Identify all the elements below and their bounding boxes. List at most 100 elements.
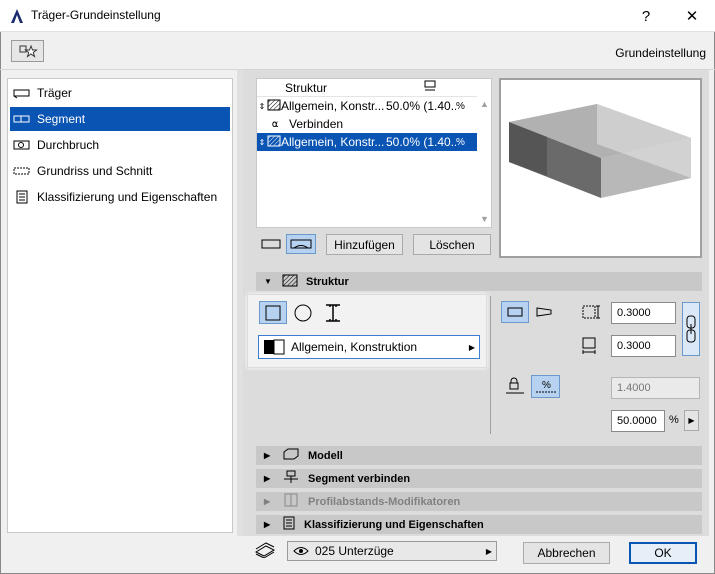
floorplan-icon [13, 164, 31, 178]
profile-modifier-icon [282, 493, 300, 510]
expand-triangle-icon: ▶ [264, 497, 271, 506]
length-icon [423, 79, 437, 96]
segment-row-selected[interactable]: ⇕ Allgemein, Konstr... 50.0% (1.40... % [257, 133, 477, 151]
ok-button[interactable]: OK [629, 542, 697, 564]
i-beam-icon [326, 303, 340, 322]
sidebar-item-label: Segment [37, 112, 86, 126]
straight-segment-button[interactable] [260, 234, 282, 254]
segment-value: 50.0% (1.40... [386, 99, 456, 113]
beam-preview-image [509, 104, 691, 198]
sidebar-item-label: Träger [37, 86, 72, 100]
curved-segment-icon [290, 239, 312, 249]
joint-icon: ⍺ [271, 118, 279, 130]
taper-icon [536, 307, 552, 317]
percent-mode-button[interactable]: % [531, 375, 560, 398]
window-title: Träger-Grundeinstellung [31, 8, 161, 22]
beam-icon [13, 86, 31, 100]
tapered-segment-button[interactable] [286, 234, 316, 254]
scroll-down-icon[interactable]: ▼ [480, 214, 489, 224]
percent-menu-button[interactable]: ▶ [684, 410, 699, 431]
model-icon [282, 448, 300, 463]
joint-section-icon [282, 470, 300, 487]
rectangle-icon [261, 239, 281, 249]
drag-handle-icon[interactable]: ⇕ [257, 102, 267, 111]
section-title: Struktur [306, 275, 349, 288]
close-button[interactable]: ✕ [669, 0, 715, 32]
svg-text:%: % [542, 380, 551, 391]
width-icon [580, 304, 602, 323]
expand-triangle-icon: ▶ [264, 451, 271, 460]
dropdown-arrow-icon: ▶ [485, 546, 492, 556]
eye-icon [293, 547, 309, 555]
column-header-struktur: Struktur [285, 80, 328, 95]
section-title: Klassifizierung und Eigenschaften [304, 518, 484, 531]
material-dropdown[interactable]: Allgemein, Konstruktion ▶ [258, 335, 480, 359]
segment-name: Allgemein, Konstr... [281, 135, 385, 149]
sidebar: Träger Segment Durchbruch Grundriss und … [7, 78, 233, 533]
layer-stack-icon [254, 542, 276, 561]
percent-icon: % [456, 100, 465, 112]
expand-triangle-icon: ▶ [264, 520, 271, 529]
hole-icon [13, 138, 31, 152]
joint-name: Verbinden [289, 117, 344, 131]
percent-length-icon: % [535, 380, 556, 392]
section-title: Segment verbinden [308, 472, 411, 485]
app-logo-icon [11, 9, 23, 23]
section-segment-verbinden[interactable]: ▶ Segment verbinden [256, 469, 702, 488]
delete-button[interactable]: Löschen [413, 234, 491, 255]
sidebar-item-grundriss[interactable]: Grundriss und Schnitt [10, 159, 230, 183]
section-profilabstands: ▶ Profilabstands-Modifikatoren [256, 492, 702, 511]
document-icon [13, 190, 31, 204]
expand-triangle-icon: ▶ [264, 474, 271, 483]
percent-icon: % [456, 136, 465, 148]
height-field[interactable]: 0.3000 [611, 335, 676, 357]
section-struktur[interactable]: ▼ Struktur [256, 272, 702, 291]
cancel-button[interactable]: Abbrechen [523, 542, 610, 564]
section-title: Modell [308, 449, 343, 462]
percent-unit-label: % [669, 414, 679, 426]
section-klassifizierung[interactable]: ▶ Klassifizierung und Eigenschaften [256, 515, 702, 534]
dropdown-arrow-icon: ▶ [468, 342, 475, 352]
sidebar-item-label: Klassifizierung und Eigenschaften [37, 190, 218, 204]
section-title: Profilabstands-Modifikatoren [308, 495, 461, 508]
rectangle-icon [507, 307, 523, 317]
vertical-divider [490, 296, 491, 434]
help-button[interactable]: ? [623, 0, 669, 32]
material-swatch-icon [264, 339, 285, 355]
link-dimensions-button[interactable] [682, 302, 700, 356]
layer-value: 025 Unterzüge [315, 544, 394, 558]
material-value: Allgemein, Konstruktion [291, 340, 418, 354]
percent-field[interactable]: 50.0000 [611, 410, 665, 432]
complex-profile-button[interactable] [321, 301, 345, 324]
section-modell[interactable]: ▶ Modell [256, 446, 702, 465]
scroll-up-icon[interactable]: ▲ [480, 99, 489, 109]
rect-profile-button[interactable] [259, 301, 287, 324]
segment-name: Allgemein, Konstr... [281, 99, 385, 113]
document-icon [282, 516, 296, 533]
sidebar-item-klassifizierung[interactable]: Klassifizierung und Eigenschaften [10, 185, 230, 209]
length-field: 1.4000 [611, 377, 700, 399]
segment-list: Struktur ⇕ Allgemein, Konstr... 50.0% (1… [256, 78, 492, 228]
segment-row[interactable]: ⇕ Allgemein, Konstr... 50.0% (1.40... % [257, 97, 477, 115]
layer-dropdown[interactable]: 025 Unterzüge ▶ [287, 541, 497, 561]
segment-value: 50.0% (1.40... [386, 135, 456, 149]
round-profile-button[interactable] [291, 301, 315, 324]
favorites-button[interactable] [11, 40, 44, 62]
sidebar-item-traeger[interactable]: Träger [10, 81, 230, 105]
preview-3d[interactable] [499, 78, 702, 258]
width-field[interactable]: 0.3000 [611, 302, 676, 324]
collapse-triangle-icon: ▼ [264, 277, 272, 286]
tapered-shape-button[interactable] [532, 301, 556, 323]
favorites-star-icon [19, 44, 38, 58]
hatch-icon [267, 99, 281, 114]
hatch-icon [267, 135, 281, 150]
lock-length-icon[interactable] [505, 377, 525, 400]
sidebar-item-durchbruch[interactable]: Durchbruch [10, 133, 230, 157]
joint-row[interactable]: ⍺ Verbinden [257, 115, 477, 133]
square-icon [265, 305, 281, 320]
add-button[interactable]: Hinzufügen [326, 234, 403, 255]
straight-shape-button[interactable] [501, 301, 529, 323]
sidebar-item-segment[interactable]: Segment [10, 107, 230, 131]
drag-handle-icon[interactable]: ⇕ [257, 138, 267, 147]
sidebar-item-label: Durchbruch [37, 138, 100, 152]
